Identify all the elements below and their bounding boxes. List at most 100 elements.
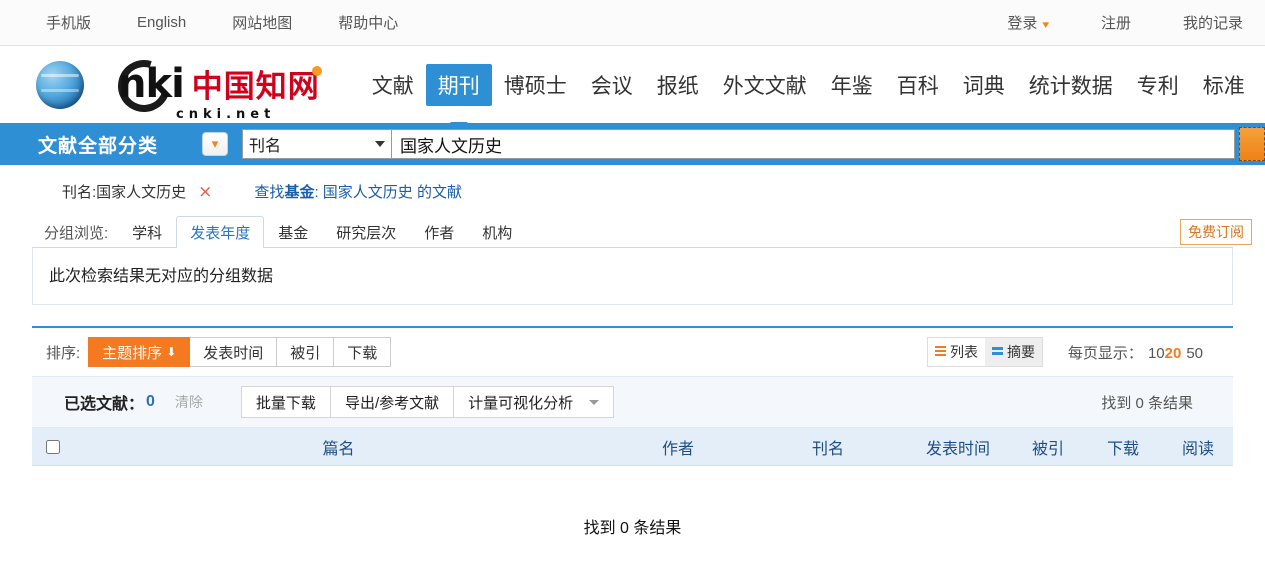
per-page-label: 每页显示： [1067,344,1143,362]
group-tab-xueke[interactable]: 学科 [118,216,176,248]
per-page-option-20[interactable]: 20 [1165,345,1182,362]
logo-letters: nki [118,60,185,107]
sort-buttons: 主题排序 ⬇ 发表时间 被引 下载 [88,337,392,367]
nav-item-biaozhun[interactable]: 标准 [1191,46,1257,123]
search-field-select[interactable]: 刊名 [242,129,393,159]
nav-item-qikan-label: 期刊 [437,74,480,98]
nav-item-qikan[interactable]: 期刊 [425,63,492,131]
topbar-link-english[interactable]: English [137,14,186,31]
search-bar: 文献全部分类 ▾ 刊名 [0,123,1265,165]
group-tab-fabiaonian[interactable]: 发表年度 [176,216,265,248]
per-page-option-10[interactable]: 10 [1148,345,1165,362]
register-link[interactable]: 注册 [1101,12,1131,33]
sort-toolbar: 排序: 主题排序 ⬇ 发表时间 被引 下载 列表 摘要 每页显示： 1020 50 [32,328,1233,376]
column-header-title[interactable]: 篇名 [74,435,603,459]
sort-button-downloads[interactable]: 下载 [334,337,392,367]
sort-button-relevance-label: 主题排序 [102,344,163,362]
sort-button-date[interactable]: 发表时间 [190,337,278,367]
main-nav: 文献 期刊 博硕士 会议 报纸 外文文献 年鉴 百科 词典 统计数据 专利 标准 [360,46,1257,131]
column-header-author[interactable]: 作者 [603,435,753,459]
results-table-header: 篇名 作者 刊名 发表时间 被引 下载 阅读 [32,428,1233,466]
link-prefix: 查找 [254,184,285,201]
chevron-down-icon: ▾ [1042,19,1050,31]
logo-row: nki 中国知网 [88,60,322,109]
group-browse-label: 分组浏览: [44,225,109,242]
results-panel: 排序: 主题排序 ⬇ 发表时间 被引 下载 列表 摘要 每页显示： 1020 50 [32,326,1233,538]
group-tab-jigou[interactable]: 机构 [468,216,526,248]
abstract-icon [992,347,1003,357]
category-expand-button[interactable]: ▾ [202,132,229,156]
no-results-message: 找到 0 条结果 [583,520,682,537]
export-references-button[interactable]: 导出/参考文献 [330,386,455,418]
sort-button-relevance[interactable]: 主题排序 ⬇ [88,337,191,367]
batch-download-button[interactable]: 批量下载 [240,386,331,418]
top-utility-bar: 手机版 English 网站地图 帮助中心 登录 ▾ 注册 我的记录 [0,0,1265,46]
topbar-link-help[interactable]: 帮助中心 [338,12,398,33]
breadcrumb: 刊名:国家人文历史 × 查找基金: 国家人文历史 的文献 [32,165,1233,212]
bulk-action-buttons: 批量下载 导出/参考文献 计量可视化分析 [240,386,615,418]
sort-down-arrow-icon: ⬇ [166,345,177,359]
list-icon [935,346,946,358]
nav-item-zhuanli[interactable]: 专利 [1125,46,1191,123]
column-header-cited[interactable]: 被引 [1013,435,1083,459]
results-count-top: 找到 0 条结果 [1101,394,1193,412]
login-label: 登录 [1007,15,1038,32]
per-page-option-50[interactable]: 50 [1186,345,1203,362]
group-tab-jijin[interactable]: 基金 [264,216,322,248]
nav-item-cidian[interactable]: 词典 [951,46,1017,123]
no-group-data-message: 此次检索结果无对应的分组数据 [49,268,274,285]
link-suffix: : 国家人文历史 的文献 [314,184,462,201]
nav-item-waiwenwenxian[interactable]: 外文文献 [711,46,819,123]
select-all-checkbox[interactable] [46,439,60,454]
remove-filter-icon[interactable]: × [198,182,212,202]
sort-button-cited[interactable]: 被引 [277,337,335,367]
free-subscribe-badge[interactable]: 免费订阅 [1180,219,1252,245]
group-tab-zuozhe[interactable]: 作者 [410,216,468,248]
select-all-cell [32,439,74,454]
logo-url: cnki.net [176,106,276,122]
logo-chinese: 中国知网 [191,68,320,105]
topbar-account-links: 登录 ▾ 注册 我的记录 [955,12,1243,33]
per-page-selector: 每页显示： 1020 50 [1063,342,1203,363]
view-mode-list-button[interactable]: 列表 [928,338,985,366]
my-records-link[interactable]: 我的记录 [1183,12,1243,33]
visual-analysis-label: 计量可视化分析 [468,394,574,412]
view-mode-abstract-button[interactable]: 摘要 [985,338,1042,366]
topbar-link-mobile[interactable]: 手机版 [46,12,91,33]
nav-item-baike[interactable]: 百科 [885,46,951,123]
clear-selection-button[interactable]: 清除 [175,392,203,412]
cnki-logo[interactable]: nki 中国知网 cnki.net [36,50,322,122]
category-label: 文献全部分类 [38,135,159,157]
nav-item-boshuoshi[interactable]: 博硕士 [492,46,579,123]
logo-text: nki 中国知网 cnki.net [88,50,322,122]
topbar-link-sitemap[interactable]: 网站地图 [232,12,292,33]
nav-item-wenxian[interactable]: 文献 [360,46,426,123]
selection-toolbar: 已选文献： 0 清除 批量下载 导出/参考文献 计量可视化分析 找到 0 条结果 [32,376,1233,428]
content-area: 刊名:国家人文历史 × 查找基金: 国家人文历史 的文献 分组浏览: 学科 发表… [0,165,1265,538]
selected-docs-label: 已选文献： [64,396,145,413]
nav-item-huiyi[interactable]: 会议 [579,46,645,123]
search-input[interactable] [392,129,1235,159]
nav-item-baozhi[interactable]: 报纸 [645,46,711,123]
chevron-down-icon [589,399,600,405]
selected-docs-count: 0 [146,393,155,410]
view-mode-abstract-label: 摘要 [1007,344,1035,360]
column-header-downloads[interactable]: 下载 [1083,435,1163,459]
login-link[interactable]: 登录 ▾ [1007,12,1049,33]
search-fund-link[interactable]: 查找基金: 国家人文历史 的文献 [254,181,462,202]
visual-analysis-button[interactable]: 计量可视化分析 [454,386,615,418]
nav-item-nianjian[interactable]: 年鉴 [819,46,885,123]
group-tab-yanjiucengci[interactable]: 研究层次 [322,216,410,248]
view-mode-toggle: 列表 摘要 [927,337,1043,367]
nav-item-tongjishuju[interactable]: 统计数据 [1017,46,1125,123]
sort-label: 排序: [46,344,81,362]
breadcrumb-term: 刊名:国家人文历史 [62,184,187,201]
search-field-value: 刊名 [249,138,282,155]
column-header-read[interactable]: 阅读 [1163,435,1233,459]
chevron-down-icon: ▾ [211,136,219,151]
site-header: nki 中国知网 cnki.net 文献 期刊 博硕士 会议 报纸 外文文献 年… [0,46,1265,131]
column-header-journal[interactable]: 刊名 [753,435,903,459]
search-submit-button[interactable] [1239,127,1265,161]
group-tabs-row: 分组浏览: 学科 发表年度 基金 研究层次 作者 机构 免费订阅 [32,216,1252,248]
column-header-date[interactable]: 发表时间 [903,435,1013,459]
